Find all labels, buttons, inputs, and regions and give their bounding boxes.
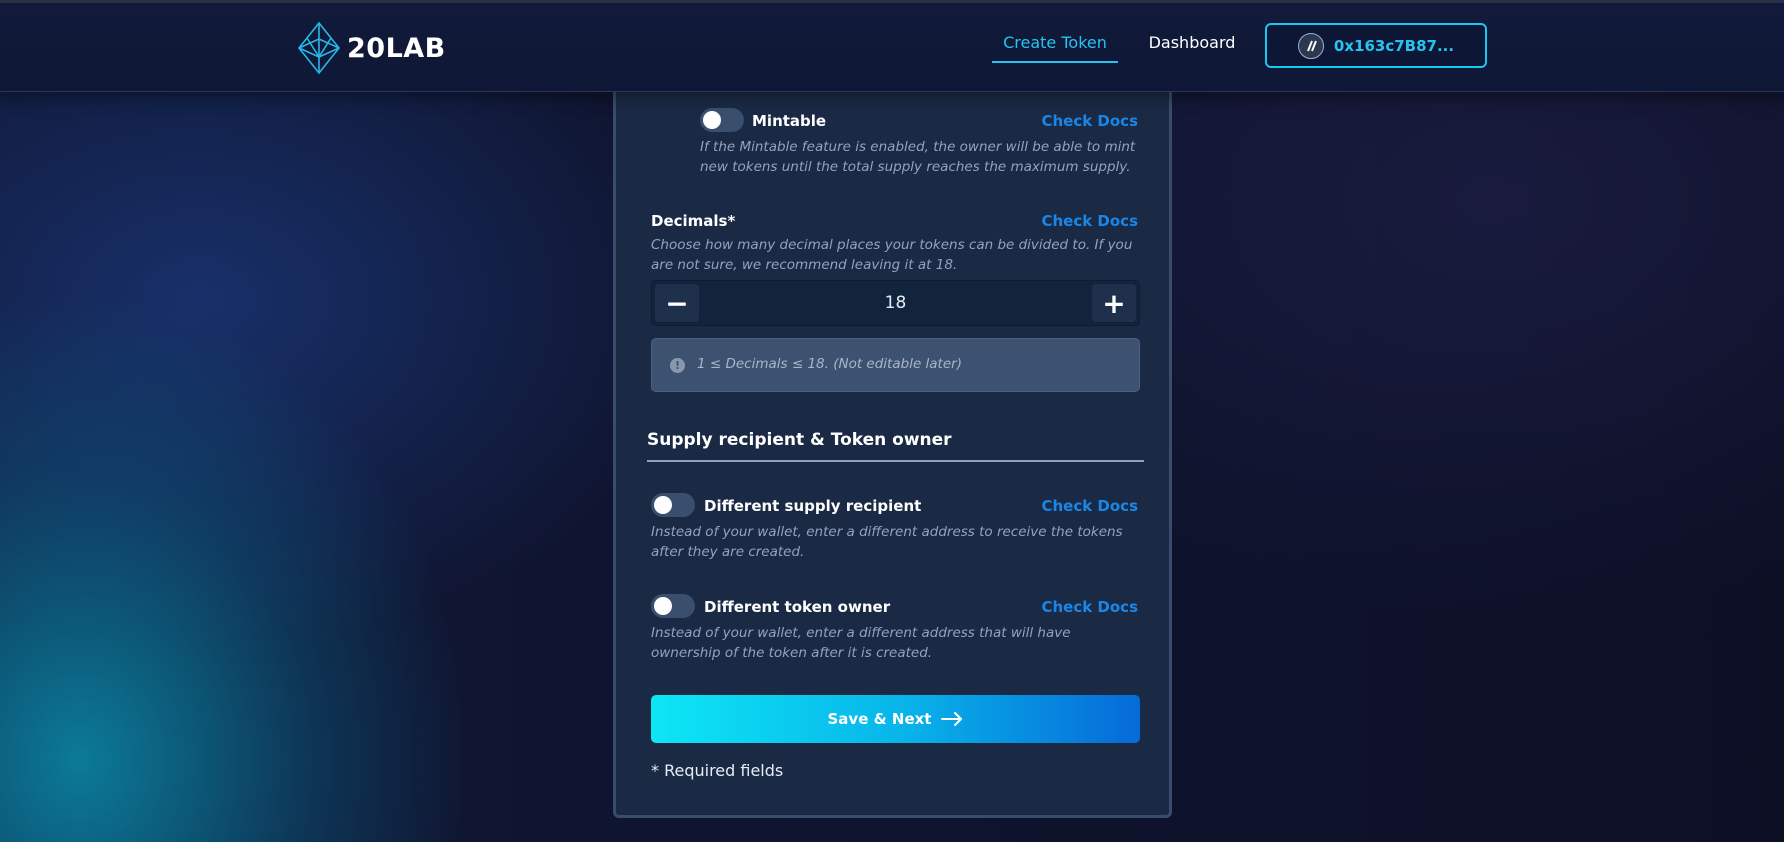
save-next-button[interactable]: Save & Next xyxy=(651,695,1140,743)
mintable-toggle[interactable] xyxy=(700,108,744,132)
supply-recipient-description: Instead of your wallet, enter a differen… xyxy=(651,524,1123,560)
top-navbar: 20LAB Create Token Dashboard 0x163c7B87.… xyxy=(0,0,1784,92)
token-owner-check-docs-link[interactable]: Check Docs xyxy=(1041,598,1138,616)
token-owner-description: Instead of your wallet, enter a differen… xyxy=(651,625,1071,661)
nav-create-token[interactable]: Create Token xyxy=(992,33,1118,63)
decimals-label: Decimals* xyxy=(651,212,736,230)
decimals-stepper: − 18 + xyxy=(651,280,1140,326)
increment-button[interactable]: + xyxy=(1092,284,1136,322)
different-token-owner-toggle[interactable] xyxy=(651,594,695,618)
diamond-logo-icon xyxy=(297,21,341,75)
save-next-label: Save & Next xyxy=(827,710,932,728)
minus-icon: − xyxy=(665,286,689,320)
different-token-owner-label: Different token owner xyxy=(704,598,891,616)
nav-dashboard[interactable]: Dashboard xyxy=(1142,33,1242,61)
section-divider xyxy=(647,460,1144,462)
decimals-note-text: 1 ≤ Decimals ≤ 18. (Not editable later) xyxy=(697,356,962,372)
decimals-description: Choose how many decimal places your toke… xyxy=(651,237,1133,273)
decrement-button[interactable]: − xyxy=(655,284,699,322)
info-icon: ! xyxy=(670,358,685,373)
supply-recipient-check-docs-link[interactable]: Check Docs xyxy=(1041,497,1138,515)
wallet-button[interactable]: 0x163c7B87... xyxy=(1265,23,1487,68)
decimals-check-docs-link[interactable]: Check Docs xyxy=(1041,212,1138,230)
token-form-card: Mintable Check Docs If the Mintable feat… xyxy=(613,60,1172,818)
decimals-input[interactable]: 18 xyxy=(702,281,1089,325)
plus-icon: + xyxy=(1102,286,1126,320)
mintable-check-docs-link[interactable]: Check Docs xyxy=(1041,112,1138,130)
logo[interactable]: 20LAB xyxy=(297,21,446,75)
arrow-right-icon xyxy=(941,712,963,726)
arbitrum-icon xyxy=(1297,32,1324,59)
logo-text: 20LAB xyxy=(347,32,446,64)
mintable-description: If the Mintable feature is enabled, the … xyxy=(700,139,1136,175)
decimals-note: ! 1 ≤ Decimals ≤ 18. (Not editable later… xyxy=(651,338,1140,392)
wallet-address: 0x163c7B87... xyxy=(1333,36,1455,55)
supply-section-title: Supply recipient & Token owner xyxy=(647,430,952,450)
required-fields-note: * Required fields xyxy=(651,761,784,780)
mintable-label: Mintable xyxy=(752,112,827,130)
different-supply-recipient-toggle[interactable] xyxy=(651,493,695,517)
different-supply-recipient-label: Different supply recipient xyxy=(704,497,922,515)
